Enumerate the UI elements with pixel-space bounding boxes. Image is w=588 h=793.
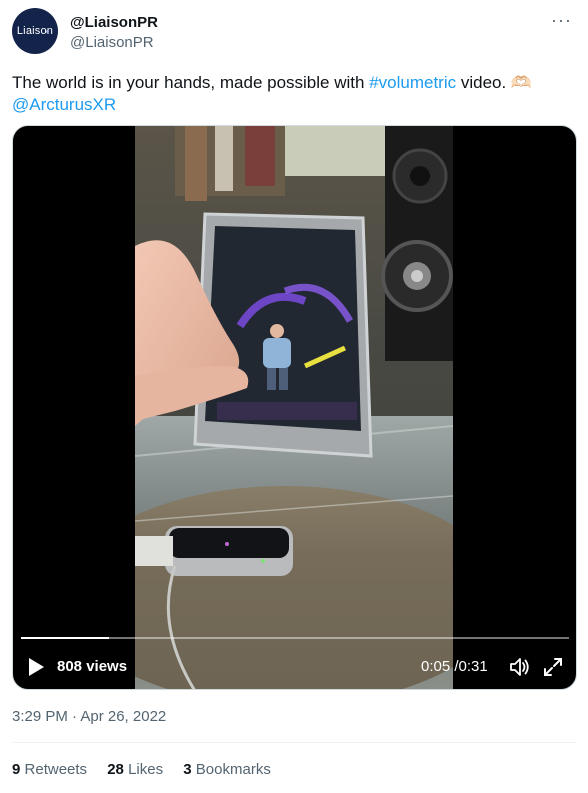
views-label: views bbox=[86, 658, 128, 675]
likes-count: 28 bbox=[107, 761, 124, 778]
video-progress-track[interactable] bbox=[21, 637, 569, 639]
video-player[interactable]: 808 views 0:05 /0:31 bbox=[12, 125, 577, 690]
retweets-label: Retweets bbox=[24, 761, 88, 778]
video-frame[interactable] bbox=[135, 126, 453, 689]
video-time: 0:05 /0:31 bbox=[421, 658, 488, 675]
play-icon[interactable] bbox=[27, 657, 45, 677]
likes-label: Likes bbox=[128, 761, 164, 778]
bookmarks-label: Bookmarks bbox=[195, 761, 271, 778]
more-icon[interactable]: ··· bbox=[551, 10, 572, 31]
video-frame-image bbox=[135, 126, 453, 689]
retweets-stat[interactable]: 9 Retweets bbox=[12, 761, 87, 778]
video-controls: 808 views 0:05 /0:31 bbox=[13, 651, 576, 685]
bookmarks-count: 3 bbox=[183, 761, 192, 778]
tweet-timestamp[interactable]: 3:29 PM · Apr 26, 2022 bbox=[12, 708, 166, 725]
avatar[interactable]: Liaison bbox=[12, 8, 58, 54]
retweets-count: 9 bbox=[12, 761, 21, 778]
divider bbox=[12, 742, 577, 743]
tweet-text-part: The world is in your hands, made possibl… bbox=[12, 73, 370, 92]
video-progress-fill bbox=[21, 637, 109, 639]
likes-stat[interactable]: 28 Likes bbox=[107, 761, 163, 778]
tweet-stats: 9 Retweets 28 Likes 3 Bookmarks bbox=[12, 761, 287, 778]
fullscreen-icon[interactable] bbox=[542, 656, 564, 678]
video-views: 808 views bbox=[57, 658, 127, 675]
current-time: 0:05 bbox=[421, 658, 451, 675]
bookmarks-stat[interactable]: 3 Bookmarks bbox=[183, 761, 271, 778]
author-handle[interactable]: @LiaisonPR bbox=[70, 34, 154, 51]
author-display-name[interactable]: @LiaisonPR bbox=[70, 14, 158, 31]
views-count: 808 bbox=[57, 658, 83, 675]
hands-emoji: 🫶🏻 bbox=[510, 73, 533, 92]
mention-link[interactable]: @ArcturusXR bbox=[12, 95, 116, 114]
volume-icon[interactable] bbox=[508, 656, 530, 678]
hashtag-link[interactable]: #volumetric bbox=[369, 73, 456, 92]
avatar-logo-dot bbox=[46, 30, 49, 33]
tweet-header: Liaison @LiaisonPR @LiaisonPR ··· bbox=[12, 8, 578, 60]
tweet-text: The world is in your hands, made possibl… bbox=[12, 72, 572, 116]
tweet-text-part: video. bbox=[456, 73, 511, 92]
duration: 0:31 bbox=[458, 658, 488, 675]
